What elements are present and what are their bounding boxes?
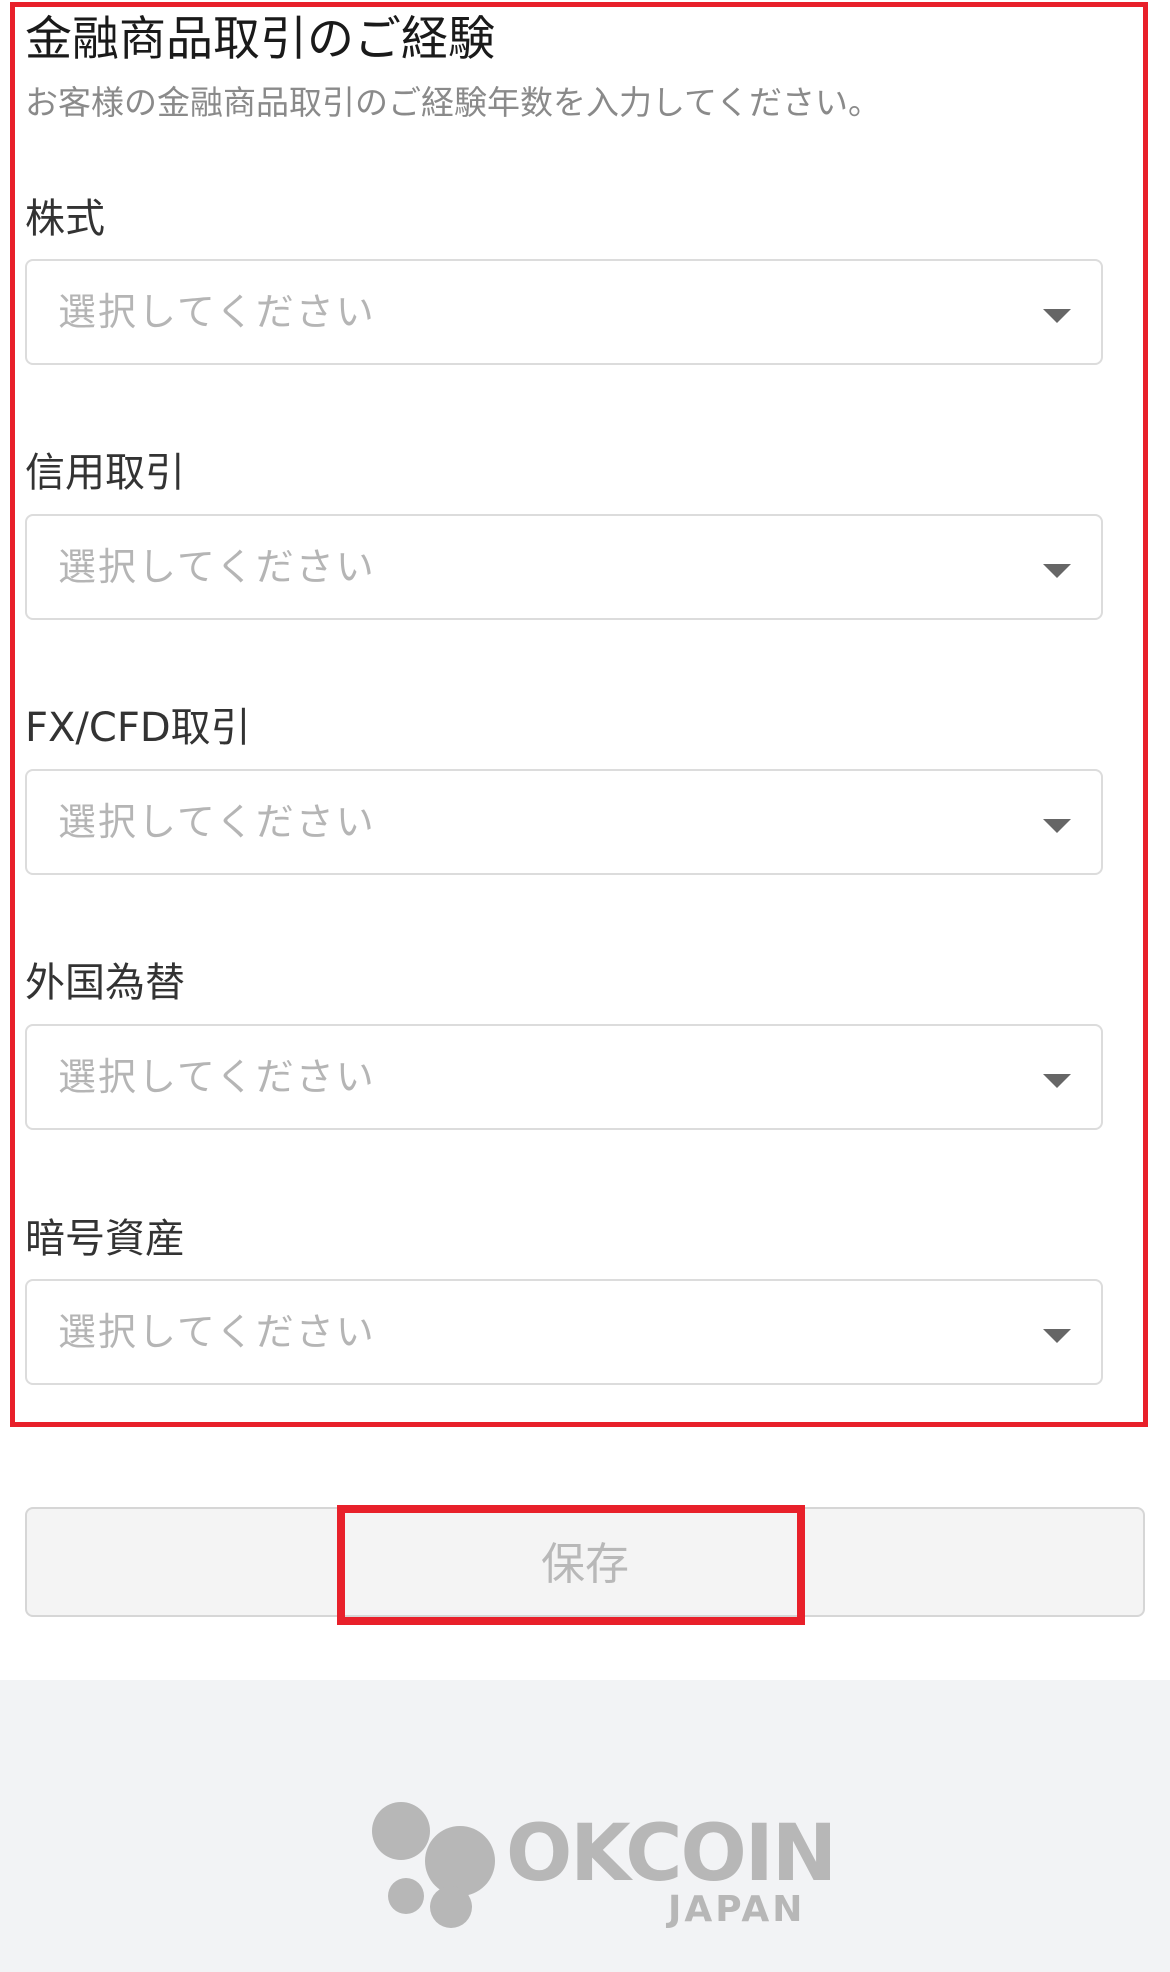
footer: OKCOIN JAPAN <box>0 1680 1170 1972</box>
caret-down-icon <box>1043 1074 1071 1088</box>
save-button-label: 保存 <box>541 1539 629 1590</box>
select-placeholder: 選択してください <box>58 1310 376 1354</box>
okcoin-logo-icon <box>370 1800 500 1928</box>
field-label-forex: 外国為替 <box>25 960 185 1006</box>
select-crypto-assets[interactable]: 選択してください <box>25 1279 1103 1385</box>
select-forex[interactable]: 選択してください <box>25 1024 1103 1130</box>
section-subtitle: お客様の金融商品取引のご経験年数を入力してください。 <box>25 83 882 122</box>
caret-down-icon <box>1043 1329 1071 1343</box>
select-placeholder: 選択してください <box>58 800 376 844</box>
okcoin-logo: OKCOIN JAPAN <box>370 1800 837 1940</box>
caret-down-icon <box>1043 819 1071 833</box>
caret-down-icon <box>1043 309 1071 323</box>
select-fx-cfd[interactable]: 選択してください <box>25 769 1103 875</box>
logo-wordmark: OKCOIN <box>506 1809 837 1899</box>
logo-dot <box>425 1826 495 1896</box>
logo-dot <box>372 1802 430 1860</box>
select-stocks[interactable]: 選択してください <box>25 259 1103 365</box>
select-placeholder: 選択してください <box>58 290 376 334</box>
logo-dot <box>430 1886 472 1928</box>
field-label-stocks: 株式 <box>25 196 105 242</box>
field-label-margin-trading: 信用取引 <box>25 450 185 496</box>
select-margin-trading[interactable]: 選択してください <box>25 514 1103 620</box>
field-label-fx-cfd: FX/CFD取引 <box>25 705 251 751</box>
logo-dot <box>388 1878 424 1914</box>
select-placeholder: 選択してください <box>58 545 376 589</box>
select-placeholder: 選択してください <box>58 1055 376 1099</box>
section-title: 金融商品取引のご経験 <box>25 12 495 67</box>
field-label-crypto-assets: 暗号資産 <box>25 1216 185 1262</box>
logo-subtitle: JAPAN <box>668 1889 806 1930</box>
save-button[interactable]: 保存 <box>25 1507 1145 1617</box>
caret-down-icon <box>1043 564 1071 578</box>
